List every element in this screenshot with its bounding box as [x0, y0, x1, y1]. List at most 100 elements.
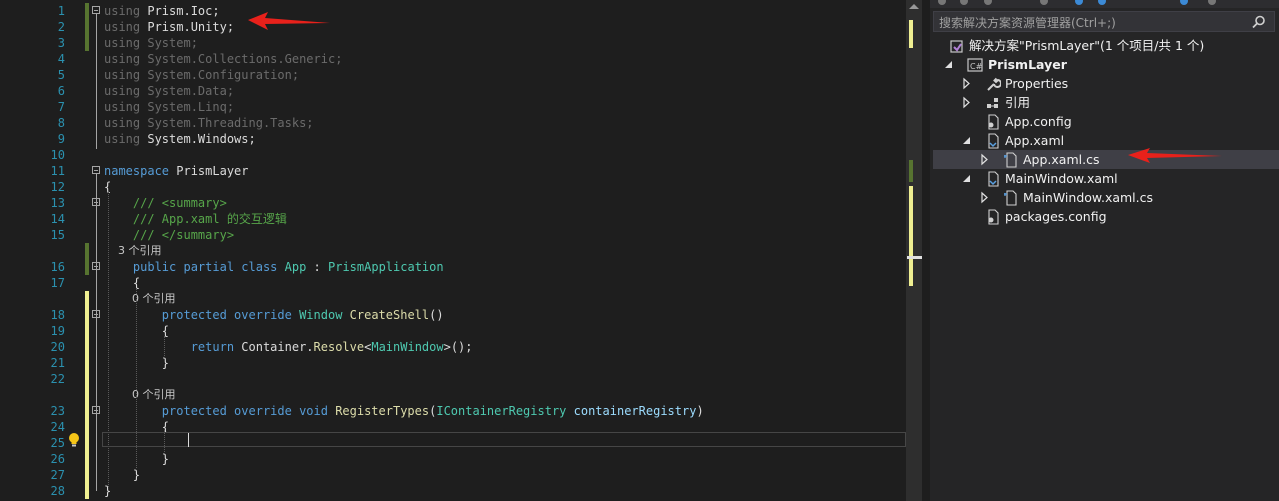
code-token: : [306, 260, 328, 274]
collapsed-arrow-icon[interactable] [979, 188, 991, 207]
code-line[interactable]: 1 using Prism.Ioc; [0, 3, 922, 19]
tree-item-mainwindow-xaml[interactable]: MainWindow.xaml [933, 169, 1279, 188]
code-line[interactable]: 28} [0, 483, 922, 499]
code-line[interactable]: 23 protected override void RegisterTypes… [0, 403, 922, 419]
code-line[interactable]: 4 using System.Collections.Generic; [0, 51, 922, 67]
scroll-change-mark [909, 160, 913, 182]
expanded-arrow-icon[interactable] [961, 131, 973, 150]
code-token: RegisterTypes [335, 404, 430, 418]
tree-item-project[interactable]: C# PrismLayer [933, 55, 1279, 74]
forward-icon[interactable] [960, 0, 968, 5]
code-line[interactable]: 27 } [0, 467, 922, 483]
line-number: 13 [50, 196, 65, 210]
line-number: 9 [57, 132, 65, 146]
code-line[interactable]: 16 public partial class App : PrismAppli… [0, 259, 922, 275]
code-line[interactable]: 7 using System.Linq; [0, 99, 922, 115]
packages-config-label: packages.config [1005, 209, 1107, 224]
line-number: 14 [50, 212, 65, 226]
change-indicator [85, 243, 89, 259]
app-xaml-label: App.xaml [1005, 133, 1065, 148]
code-token: CreateShell [349, 308, 430, 322]
code-token: Window [299, 308, 350, 322]
scroll-up-arrow-icon[interactable] [909, 4, 919, 9]
home-icon[interactable] [984, 0, 992, 5]
fold-rail-namespace [96, 173, 97, 491]
code-line[interactable]: 2 using Prism.Unity; [0, 19, 922, 35]
code-token: public partial class [104, 260, 285, 274]
explorer-toolbar [930, 0, 1279, 8]
code-token: >(); [443, 340, 473, 354]
filter-icon[interactable] [1180, 0, 1188, 5]
codelens-references[interactable]: 0 个引用 [104, 291, 176, 307]
collapsed-arrow-icon[interactable] [961, 93, 973, 112]
search-icon[interactable] [1252, 15, 1266, 29]
code-token: protected override void [104, 404, 336, 418]
line-number: 5 [57, 68, 65, 82]
code-line[interactable]: 26 } [0, 451, 922, 467]
code-line[interactable]: 17 { [0, 275, 922, 291]
explorer-search-input[interactable]: 搜索解决方案资源管理器(Ctrl+;) [933, 11, 1275, 32]
tree-item-properties[interactable]: Properties [933, 74, 1279, 93]
code-token: IContainerRegistry [436, 404, 574, 418]
code-line[interactable]: 0 个引用 [0, 291, 922, 307]
code-line[interactable]: 13 /// <summary> [0, 195, 922, 211]
code-token: MainWindow [371, 340, 444, 354]
code-line[interactable]: 3 using System; [0, 35, 922, 51]
tree-item-packages-config[interactable]: packages.config [933, 207, 1279, 226]
code-line[interactable]: 22 [0, 371, 922, 387]
code-line[interactable]: 10 [0, 147, 922, 163]
solution-explorer: 搜索解决方案资源管理器(Ctrl+;) 解决方案"PrismLayer"(1 个… [930, 0, 1279, 501]
line-number: 7 [57, 100, 65, 114]
code-line[interactable]: 9 using System.Windows; [0, 131, 922, 147]
code-line[interactable]: 5 using System.Configuration; [0, 67, 922, 83]
code-text: /// </summary> [104, 227, 234, 243]
line-number: 8 [57, 116, 65, 130]
code-token: /// App.xaml 的交互逻辑 [104, 212, 287, 226]
expanded-arrow-icon[interactable] [943, 55, 955, 74]
tree-item-app-xaml[interactable]: App.xaml [933, 131, 1279, 150]
back-icon[interactable] [938, 0, 946, 5]
code-text: /// <summary> [104, 195, 227, 211]
collapsed-arrow-icon[interactable] [961, 74, 973, 93]
change-indicator [85, 467, 89, 483]
line-number: 23 [50, 404, 65, 418]
tree-item-app-xaml-cs[interactable]: App.xaml.cs [933, 150, 1279, 169]
refresh-icon[interactable] [1075, 0, 1083, 5]
tree-item-solution[interactable]: 解决方案"PrismLayer"(1 个项目/共 1 个) [933, 36, 1279, 55]
collapsed-arrow-icon[interactable] [979, 150, 991, 169]
tree-item-mainwindow-xaml-cs[interactable]: MainWindow.xaml.cs [933, 188, 1279, 207]
sync-icon[interactable] [1040, 0, 1048, 5]
code-token: using [104, 132, 148, 146]
collapse-icon[interactable] [1098, 0, 1106, 5]
code-token: using System.Linq; [104, 100, 235, 114]
code-line[interactable]: 12{ [0, 179, 922, 195]
code-line[interactable]: 0 个引用 [0, 387, 922, 403]
code-line[interactable]: 8 using System.Threading.Tasks; [0, 115, 922, 131]
annotation-arrow-editor [248, 12, 330, 30]
codelens-references[interactable]: 3 个引用 [104, 243, 162, 259]
code-line[interactable]: 14 /// App.xaml 的交互逻辑 [0, 211, 922, 227]
tree-item-app-config[interactable]: App.config [933, 112, 1279, 131]
properties-icon[interactable] [1208, 0, 1216, 5]
change-indicator [85, 419, 89, 435]
code-line[interactable]: 6 using System.Data; [0, 83, 922, 99]
code-token: Container. [241, 340, 314, 354]
solution-label: 解决方案"PrismLayer"(1 个项目/共 1 个) [969, 38, 1205, 53]
code-token: Resolve [313, 340, 365, 354]
mainwindow-xaml-cs-label: MainWindow.xaml.cs [1023, 190, 1154, 205]
app-config-label: App.config [1005, 114, 1072, 129]
tree-item-references[interactable]: 引用 [933, 93, 1279, 112]
code-line[interactable]: 3 个引用 [0, 243, 922, 259]
code-line[interactable]: 18 protected override Window CreateShell… [0, 307, 922, 323]
code-line[interactable]: 19 { [0, 323, 922, 339]
code-line[interactable]: 20 return Container.Resolve<MainWindow>(… [0, 339, 922, 355]
code-token: namespace [104, 164, 177, 178]
lightbulb-icon[interactable] [67, 432, 81, 448]
codelens-references[interactable]: 0 个引用 [104, 387, 176, 403]
editor-vertical-scrollbar[interactable] [906, 0, 922, 501]
code-line[interactable]: 15 /// </summary> [0, 227, 922, 243]
code-line[interactable]: 21 } [0, 355, 922, 371]
expanded-arrow-icon[interactable] [961, 169, 973, 188]
code-editor[interactable]: 1 using Prism.Ioc; 2 using Prism.Unity; 3 usi… [0, 0, 922, 501]
code-line[interactable]: 11 namespace PrismLayer [0, 163, 922, 179]
